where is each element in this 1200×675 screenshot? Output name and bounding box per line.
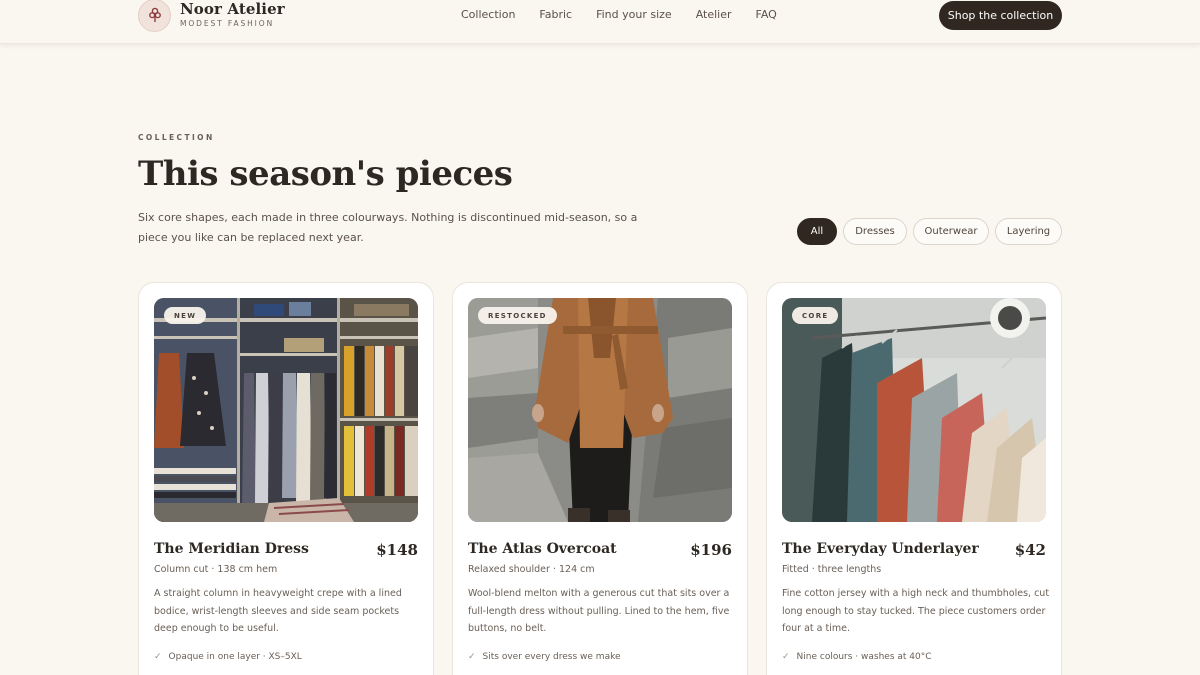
filter-chip-outerwear[interactable]: Outerwear <box>913 218 989 245</box>
page-title: This season's pieces <box>138 154 513 194</box>
product-image-overcoat[interactable]: RESTOCKED <box>468 298 732 522</box>
product-name[interactable]: The Meridian Dress <box>154 541 309 557</box>
product-description: Fine cotton jersey with a high neck and … <box>782 588 1050 634</box>
brand-tagline: MODEST FASHION <box>180 19 275 28</box>
section-lead: Six core shapes, each made in three colo… <box>138 211 638 244</box>
product-feature: ✓ Opaque in one layer · XS–5XL <box>154 652 302 662</box>
status-badge: NEW <box>164 307 207 324</box>
product-card[interactable]: NEW The Meridian Dress $148 Column cut ·… <box>138 282 434 675</box>
check-icon: ✓ <box>782 652 790 662</box>
status-badge: CORE <box>792 307 839 324</box>
product-image-wardrobe[interactable]: NEW <box>154 298 418 522</box>
product-feature-text: Sits over every dress we make <box>482 652 621 662</box>
product-meta: Relaxed shoulder · 124 cm <box>468 564 595 575</box>
product-name[interactable]: The Everyday Underlayer <box>782 541 979 557</box>
check-icon: ✓ <box>468 652 476 662</box>
main-nav: Collection Fabric Find your size Atelier… <box>461 8 801 21</box>
product-meta: Column cut · 138 cm hem <box>154 564 278 575</box>
nav-item-find-your-size[interactable]: Find your size <box>596 8 672 21</box>
section-eyebrow: COLLECTION <box>138 133 215 142</box>
shop-collection-button[interactable]: Shop the collection <box>939 1 1062 30</box>
product-meta: Fitted · three lengths <box>782 564 882 575</box>
product-card[interactable]: RESTOCKED The Atlas Overcoat $196 Relaxe… <box>452 282 748 675</box>
product-price: $148 <box>376 541 418 559</box>
product-image-clothes-rack[interactable]: CORE <box>782 298 1046 522</box>
brand-name: Noor Atelier <box>180 0 285 18</box>
product-name[interactable]: The Atlas Overcoat <box>468 541 617 557</box>
nav-item-collection[interactable]: Collection <box>461 8 515 21</box>
product-feature: ✓ Nine colours · washes at 40°C <box>782 652 932 662</box>
product-card[interactable]: CORE The Everyday Underlayer $42 Fitted … <box>766 282 1062 675</box>
product-feature-text: Nine colours · washes at 40°C <box>796 652 932 662</box>
product-description: Wool-blend melton with a generous cut th… <box>468 588 730 634</box>
product-feature: ✓ Sits over every dress we make <box>468 652 621 662</box>
filter-chips: All Dresses Outerwear Layering <box>797 218 1062 245</box>
brand[interactable]: Noor Atelier MODEST FASHION <box>138 0 285 36</box>
status-badge: RESTOCKED <box>478 307 557 324</box>
product-description: A straight column in heavyweight crepe w… <box>154 588 402 634</box>
product-price: $196 <box>690 541 732 559</box>
flower-icon <box>138 0 171 32</box>
product-price: $42 <box>1014 541 1046 559</box>
filter-chip-layering[interactable]: Layering <box>995 218 1062 245</box>
nav-item-faq[interactable]: FAQ <box>756 8 777 21</box>
nav-item-fabric[interactable]: Fabric <box>539 8 572 21</box>
product-feature-text: Opaque in one layer · XS–5XL <box>168 652 302 662</box>
nav-item-atelier[interactable]: Atelier <box>696 8 732 21</box>
site-header: Noor Atelier MODEST FASHION Collection F… <box>0 0 1200 44</box>
filter-chip-all[interactable]: All <box>797 218 837 245</box>
filter-chip-dresses[interactable]: Dresses <box>843 218 907 245</box>
check-icon: ✓ <box>154 652 162 662</box>
